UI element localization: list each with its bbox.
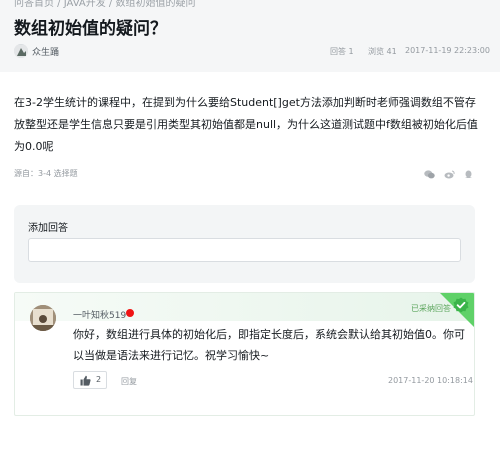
post-datetime: 2017-11-19 22:23:00 (405, 46, 490, 55)
qq-icon[interactable] (463, 170, 474, 179)
question-body: 在3-2学生统计的课程中，在提到为什么要给Student[]get方法添加判断时… (14, 96, 478, 153)
add-answer-panel: 添加回答 (14, 205, 475, 283)
like-count: 2 (96, 375, 102, 384)
reply-button[interactable]: 回复 (121, 376, 137, 387)
add-answer-label: 添加回答 (28, 223, 68, 234)
reply-avatar[interactable] (30, 305, 56, 331)
question-header: 问答首页 / JAVA开发 / 数组初始值的疑问 数组初始值的疑问？ 众生踊 回… (0, 0, 500, 72)
adopted-label: 已采纳回答 (411, 304, 451, 313)
answer-count: 回答 1 (330, 47, 354, 56)
page-title: 数组初始值的疑问？ (14, 19, 167, 39)
author-avatar[interactable] (14, 44, 28, 58)
reply-time: 2017-11-20 10:18:14 (388, 376, 473, 385)
answer-input[interactable] (28, 238, 461, 262)
level-badge-icon (126, 309, 134, 317)
check-badge-icon (453, 297, 469, 313)
weibo-icon[interactable] (444, 170, 455, 179)
reply-username[interactable]: 一叶知秋519 (73, 308, 126, 321)
author-name[interactable]: 众生踊 (32, 45, 59, 58)
thumbs-up-icon (80, 375, 91, 386)
view-count: 浏览 41 (368, 47, 397, 56)
breadcrumb[interactable]: 问答首页 / JAVA开发 / 数组初始值的疑问 (14, 0, 195, 9)
wechat-icon[interactable] (424, 170, 435, 179)
reply-text: 你好，数组进行具体的初始化后，即指定长度后，系统会默认给其初始值0。你可以当做是… (73, 328, 465, 362)
question-source[interactable]: 源自：3-4 选择题 (14, 168, 78, 179)
adopted-reply-card: 已采纳回答 一叶知秋519 你好，数组进行具体的初始化后，即指定长度后，系统会默… (14, 292, 475, 416)
like-button[interactable]: 2 (73, 371, 107, 389)
